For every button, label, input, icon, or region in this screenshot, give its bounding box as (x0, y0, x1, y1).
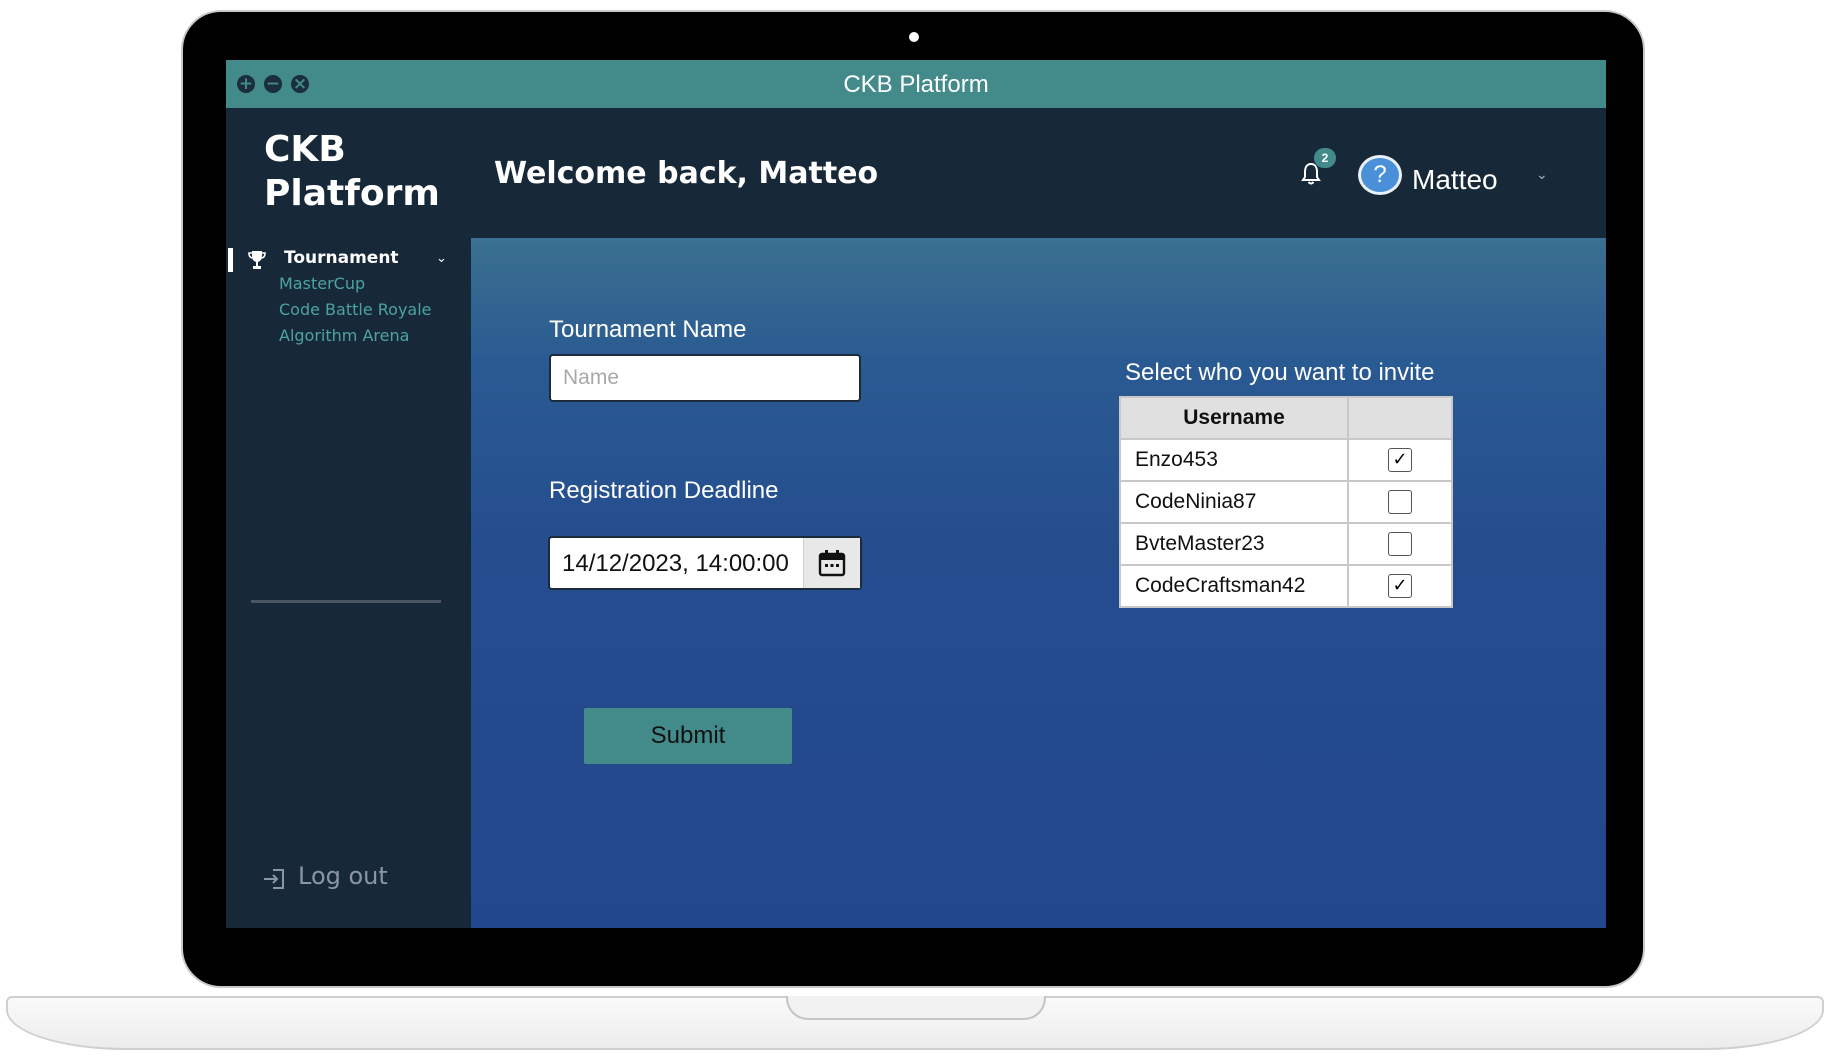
brand-line-1: CKB (264, 129, 346, 170)
user-name[interactable]: Matteo (1412, 164, 1498, 196)
sidebar-divider (251, 600, 441, 603)
registration-deadline-field[interactable]: 14/12/2023, 14:00:00 (548, 536, 862, 590)
sidebar-item-code-battle-royale[interactable]: Code Battle Royale (279, 300, 432, 319)
chevron-down-icon[interactable]: ⌄ (1536, 166, 1548, 183)
username-cell: BvteMaster23 (1119, 522, 1349, 566)
select-column-header (1347, 396, 1453, 440)
logout-button[interactable]: Log out (298, 862, 388, 890)
sidebar-item-mastercup[interactable]: MasterCup (279, 274, 365, 293)
username-column-header: Username (1119, 396, 1349, 440)
notification-badge: 2 (1314, 148, 1336, 168)
tournament-name-label: Tournament Name (549, 316, 747, 343)
invite-title: Select who you want to invite (1125, 359, 1435, 386)
deadline-value: 14/12/2023, 14:00:00 (562, 550, 789, 577)
invite-checkbox-cell: ✓ (1347, 438, 1453, 482)
logout-icon[interactable] (262, 868, 286, 890)
invite-checkbox[interactable]: ✓ (1388, 448, 1412, 472)
table-row: CodeNinia87 (1119, 480, 1453, 524)
camera (909, 32, 919, 42)
brand-logo[interactable]: CKB Platform (264, 128, 464, 216)
welcome-message: Welcome back, Matteo (494, 156, 879, 191)
username-cell: Enzo453 (1119, 438, 1349, 482)
trophy-icon (248, 251, 266, 269)
invite-table: Username Enzo453 ✓ CodeNinia87 BvteMaste… (1119, 396, 1453, 608)
laptop-notch (786, 996, 1046, 1020)
window-title: CKB Platform (843, 71, 989, 98)
username-cell: CodeNinia87 (1119, 480, 1349, 524)
invite-checkbox-cell (1347, 522, 1453, 566)
calendar-button[interactable] (803, 538, 860, 588)
table-row: CodeCraftsman42 ✓ (1119, 564, 1453, 608)
chevron-down-icon[interactable]: ⌄ (436, 250, 447, 266)
invite-checkbox[interactable] (1388, 532, 1412, 556)
app-window: + − × CKB Platform CKB Platform Welcome … (226, 60, 1606, 928)
brand-line-2: Platform (264, 173, 440, 214)
submit-button[interactable]: Submit (584, 708, 792, 764)
sidebar-item-algorithm-arena[interactable]: Algorithm Arena (279, 326, 409, 345)
invite-checkbox[interactable]: ✓ (1388, 574, 1412, 598)
title-bar: + − × CKB Platform (226, 60, 1606, 108)
sidebar: Tournament ⌄ MasterCup Code Battle Royal… (226, 238, 471, 928)
invite-checkbox-cell: ✓ (1347, 564, 1453, 608)
table-row: Enzo453 ✓ (1119, 438, 1453, 482)
active-indicator (228, 248, 233, 272)
sidebar-section-tournament[interactable]: Tournament (284, 248, 399, 268)
table-row: BvteMaster23 (1119, 522, 1453, 566)
username-cell: CodeCraftsman42 (1119, 564, 1349, 608)
invite-checkbox-cell (1347, 480, 1453, 524)
table-header-row: Username (1119, 396, 1453, 440)
calendar-icon (818, 550, 846, 577)
main-content: Tournament Name Registration Deadline 14… (471, 238, 1606, 928)
tournament-name-input[interactable] (549, 354, 861, 402)
avatar-icon[interactable]: ? (1358, 155, 1402, 195)
invite-checkbox[interactable] (1388, 490, 1412, 514)
registration-deadline-label: Registration Deadline (549, 477, 779, 504)
